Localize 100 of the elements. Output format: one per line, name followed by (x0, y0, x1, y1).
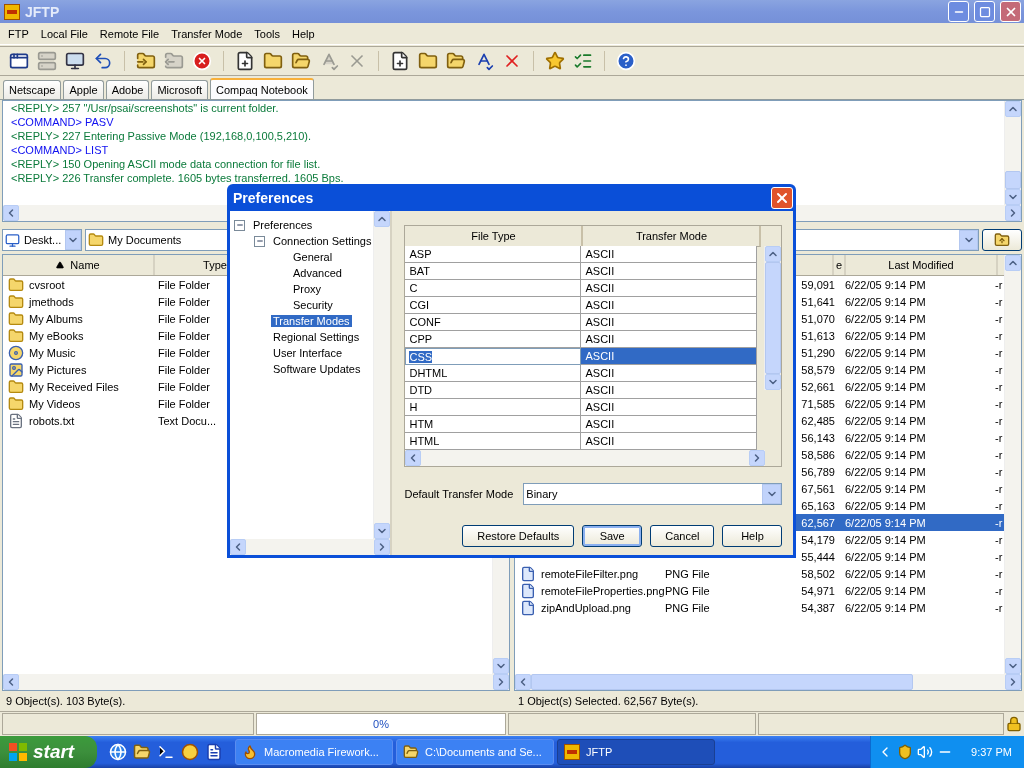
close-button[interactable] (771, 186, 793, 209)
scroll-down-button[interactable] (493, 658, 509, 674)
tab[interactable]: Adobe (105, 80, 150, 99)
maximize-button[interactable] (974, 1, 995, 22)
name-cell[interactable]: My Videos (3, 395, 153, 412)
vertical-scrollbar[interactable] (1004, 255, 1021, 674)
scroll-up-button[interactable] (1005, 255, 1021, 271)
tree-item[interactable]: Connection Settings (271, 235, 374, 247)
clock-icon[interactable] (181, 743, 199, 761)
scroll-right-button[interactable] (749, 450, 766, 466)
table-cell[interactable]: ASCII (581, 331, 758, 348)
table-cell[interactable]: ASCII (581, 416, 758, 433)
table-cell[interactable]: ASCII (581, 297, 758, 314)
folder-in-icon[interactable] (136, 51, 156, 71)
file-row[interactable]: zipAndUpload.png PNG File 54,387 6/22/05 9:14 PM -r (515, 599, 1004, 616)
scroll-right-button[interactable] (493, 674, 509, 690)
name-cell[interactable]: My Pictures (3, 361, 153, 378)
table-cell[interactable]: ASCII (581, 246, 758, 263)
file-type-editor[interactable]: CSS (405, 348, 582, 365)
checklist-icon[interactable] (573, 51, 593, 71)
tree-item[interactable]: Regional Settings (271, 331, 362, 343)
taskbar-button[interactable]: JFTP (557, 739, 715, 765)
table-cell[interactable]: ASCII (581, 348, 758, 365)
new-file-icon[interactable] (390, 51, 410, 71)
new-file-icon[interactable] (235, 51, 255, 71)
menu-item[interactable]: Remote File (93, 27, 166, 40)
undo-icon[interactable] (93, 51, 113, 71)
menu-item[interactable]: Local File (34, 27, 94, 40)
dialog-button[interactable]: Restore Defaults (462, 525, 575, 547)
tree-item[interactable]: Transfer Modes (271, 315, 352, 327)
table-cell[interactable]: ASCII (581, 433, 758, 450)
tab[interactable]: Compaq Notebook (210, 78, 314, 99)
table-cell[interactable]: ASCII (581, 280, 758, 297)
name-cell[interactable]: cvsroot (3, 276, 153, 293)
file-row[interactable]: remoteFileFilter.png PNG File 58,502 6/22/05 9:14 PM -r (515, 565, 1004, 582)
tree-item[interactable]: Advanced (291, 267, 344, 279)
name-cell[interactable]: My Music (3, 344, 153, 361)
tab[interactable]: Microsoft (151, 80, 209, 99)
star-icon[interactable] (545, 51, 565, 71)
expand-toggle[interactable] (234, 219, 245, 231)
new-folder-icon[interactable] (418, 51, 438, 71)
scroll-down-button[interactable] (1005, 658, 1021, 674)
name-cell[interactable]: My Received Files (3, 378, 153, 395)
name-cell[interactable]: My eBooks (3, 327, 153, 344)
scroll-thumb[interactable] (531, 674, 913, 690)
transfer-mode-dropdown[interactable]: Binary (523, 483, 783, 505)
scroll-thumb[interactable] (765, 262, 782, 374)
dialog-button[interactable]: Cancel (650, 525, 715, 547)
tab[interactable]: Apple (63, 80, 104, 99)
scroll-right-button[interactable] (1005, 205, 1021, 221)
tree-item[interactable]: Security (291, 299, 335, 311)
tree-item[interactable]: Software Updates (271, 363, 363, 375)
horizontal-scrollbar[interactable] (515, 674, 1021, 690)
scroll-thumb[interactable] (1005, 171, 1021, 189)
speaker-icon[interactable] (917, 744, 934, 760)
folder-icon[interactable] (133, 743, 151, 761)
menu-item[interactable]: Transfer Mode (165, 27, 249, 40)
scroll-left-button[interactable] (3, 205, 19, 221)
tree-item[interactable]: User Interface (271, 347, 345, 359)
stop-icon[interactable] (192, 51, 212, 71)
vertical-scrollbar[interactable] (764, 246, 782, 390)
expand-toggle[interactable] (254, 235, 265, 247)
dialog-button[interactable]: Help (722, 525, 783, 547)
table-cell[interactable]: ASCII (581, 365, 758, 382)
scroll-down-button[interactable] (1005, 189, 1021, 205)
column-header[interactable]: Name (3, 255, 155, 275)
name-cell[interactable]: jmethods (3, 293, 153, 310)
table-cell[interactable]: ASCII (581, 263, 758, 280)
scroll-down-button[interactable] (765, 374, 782, 390)
tab[interactable]: Netscape (3, 80, 62, 99)
terminal-icon[interactable] (157, 743, 175, 761)
minimize-button[interactable] (948, 1, 969, 22)
vertical-scrollbar[interactable] (1004, 101, 1021, 205)
open-folder-icon[interactable] (291, 51, 311, 71)
tree-item[interactable]: Preferences (251, 219, 315, 231)
table-cell[interactable]: ASCII (581, 382, 758, 399)
monitor-icon[interactable] (65, 51, 85, 71)
scroll-up-button[interactable] (1005, 101, 1021, 117)
horizontal-scrollbar[interactable] (3, 674, 509, 690)
horizontal-scrollbar[interactable] (230, 539, 391, 555)
scroll-left-button[interactable] (405, 450, 422, 466)
menu-item[interactable]: Help (285, 27, 321, 40)
globe-icon[interactable] (109, 743, 127, 761)
scroll-up-button[interactable] (374, 211, 391, 227)
scroll-right-button[interactable] (1005, 674, 1021, 690)
name-cell[interactable]: My Albums (3, 310, 153, 327)
dialog-button[interactable]: Save (582, 525, 643, 547)
window-icon[interactable] (9, 51, 29, 71)
scroll-left-button[interactable] (230, 539, 246, 555)
close-button[interactable] (1000, 1, 1021, 22)
help-icon[interactable] (616, 51, 636, 71)
table-cell[interactable]: ASCII (581, 314, 758, 331)
scroll-right-button[interactable] (374, 539, 391, 555)
scroll-left-button[interactable] (515, 674, 531, 690)
taskbar-button[interactable]: C:\Documents and Se... (396, 739, 554, 765)
taskbar-button[interactable]: Macromedia Firework... (235, 739, 393, 765)
document-icon[interactable] (205, 743, 223, 761)
table-cell[interactable]: ASCII (581, 399, 758, 416)
menu-item[interactable]: FTP (2, 27, 35, 40)
menu-item[interactable]: Tools (248, 27, 286, 40)
